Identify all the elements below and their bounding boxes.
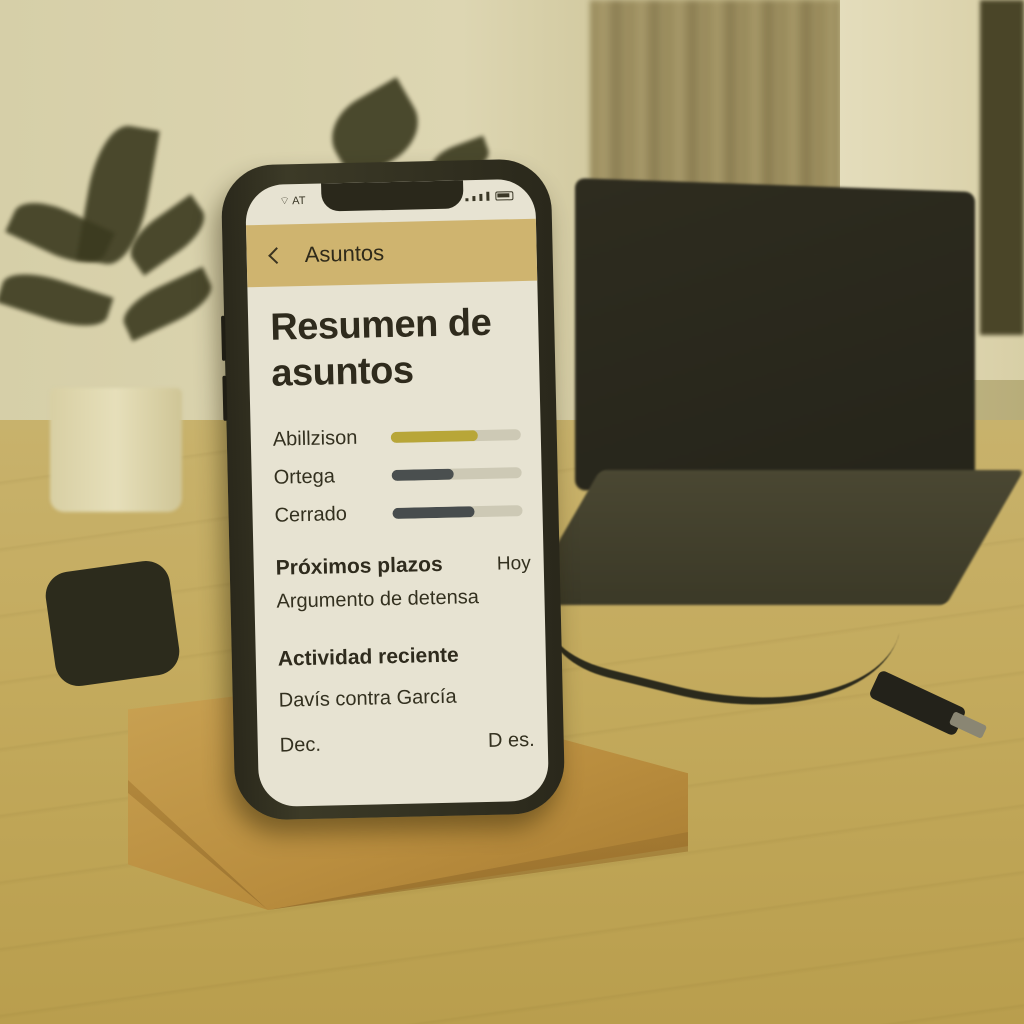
status-label: Ortega: [273, 464, 336, 489]
recent-meta-left: Dec.: [279, 733, 322, 757]
nav-title: Asuntos: [304, 240, 385, 267]
plant-pot: [50, 388, 182, 512]
progress-fill: [390, 429, 479, 443]
signal-icon: [479, 193, 483, 201]
deadlines-header: Próximos plazos Hoy: [275, 551, 530, 581]
chevron-left-icon[interactable]: [268, 247, 286, 265]
deadline-date: Hoy: [496, 552, 531, 575]
recent-meta-right: D es.: [487, 728, 535, 752]
notch: [321, 180, 464, 212]
progress-track: [392, 504, 523, 519]
battery-icon: [495, 191, 514, 201]
status-carrier: ⌔ AT: [279, 194, 305, 209]
recent-activity-item[interactable]: Davís contra García: [279, 684, 534, 713]
status-row[interactable]: Abillzison: [272, 415, 528, 459]
content: Resumen de asuntos Abillzison Ortega Cer…: [270, 299, 535, 758]
progress-track: [391, 466, 522, 481]
deadlines-title: Próximos plazos: [275, 552, 443, 580]
volume-button: [221, 315, 227, 361]
carrier-label: AT: [292, 194, 306, 208]
progress-track: [390, 428, 521, 443]
status-label: Abillzison: [272, 426, 358, 451]
signal-icon: [465, 198, 469, 202]
smartwatch: [42, 557, 183, 690]
status-list: Abillzison Ortega Cerrado: [272, 415, 530, 535]
recent-activity-meta: Dec. D es.: [280, 729, 535, 758]
nav-bar: Asuntos: [245, 218, 538, 288]
wifi-icon: ⌔: [279, 195, 290, 208]
page-title: Resumen de asuntos: [270, 299, 527, 397]
page-title-line: asuntos: [270, 349, 414, 395]
signal-icon: [486, 191, 490, 201]
signal-icon: [472, 196, 476, 202]
status-indicators: [465, 191, 514, 202]
status-row[interactable]: Ortega: [273, 453, 529, 497]
status-label: Cerrado: [274, 502, 348, 527]
page-title-line: Resumen de: [269, 301, 492, 349]
deadline-item[interactable]: Argumento de detensa: [276, 585, 531, 614]
status-row[interactable]: Cerrado: [274, 491, 530, 535]
phone-screen: ⌔ AT Asuntos Resumen de asuntos Abillzis…: [245, 178, 550, 808]
recent-activity-title: Actividad reciente: [277, 643, 459, 671]
phone: ⌔ AT Asuntos Resumen de asuntos Abillzis…: [220, 158, 566, 821]
progress-fill: [392, 505, 475, 519]
progress-fill: [391, 468, 455, 481]
volume-button: [222, 375, 228, 421]
window-frame: [980, 0, 1024, 335]
laptop-screen: [575, 178, 975, 504]
